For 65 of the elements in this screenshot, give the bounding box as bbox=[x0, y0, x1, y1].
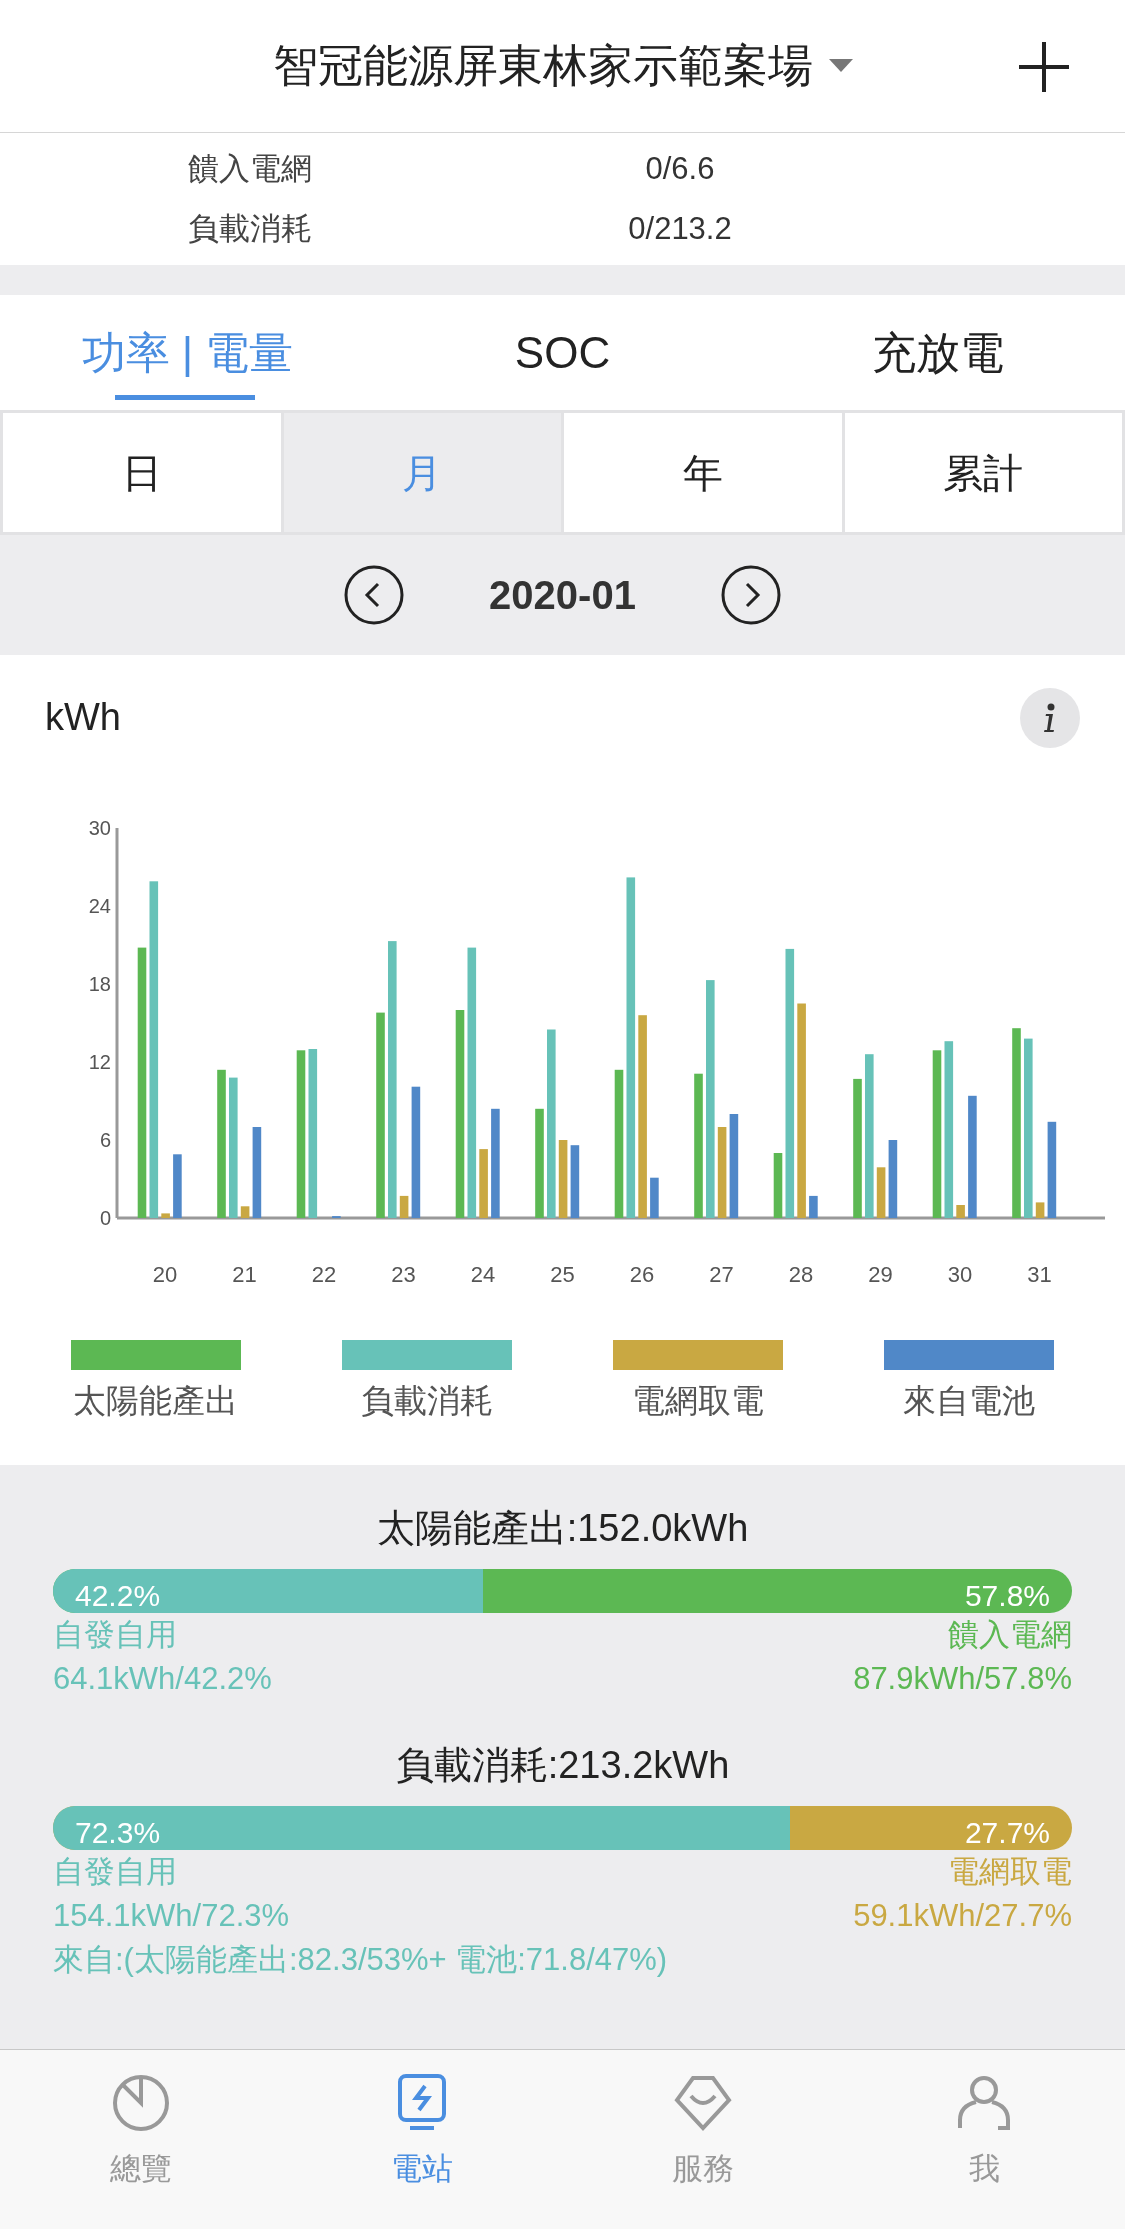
x-tick-label: 22 bbox=[311, 1262, 337, 1287]
tab[interactable]: SOC bbox=[375, 295, 750, 410]
bar bbox=[809, 1195, 818, 1218]
stat-title: 太陽能產出:152.0kWh bbox=[375, 1506, 750, 1551]
bar bbox=[956, 1205, 965, 1218]
source-note: 來自:(太陽能產出:82.3/53%+ 電池:71.8/47%) bbox=[53, 1941, 669, 1979]
y-tick-label: 12 bbox=[88, 1051, 111, 1073]
stat-label: 電網取電 bbox=[948, 1853, 1072, 1891]
period-button[interactable]: 日 bbox=[3, 413, 281, 532]
x-tick-label: 30 bbox=[947, 1262, 973, 1287]
unit-label: kWh bbox=[45, 695, 121, 740]
add-icon[interactable] bbox=[1019, 42, 1069, 92]
bar bbox=[773, 1153, 783, 1218]
legend-label: 來自電池 bbox=[903, 1381, 1036, 1421]
x-tick-label: 20 bbox=[152, 1262, 178, 1287]
stat-label: 自發自用 bbox=[53, 1616, 177, 1654]
x-tick-label: 23 bbox=[391, 1262, 416, 1287]
percent-label: 42.2% bbox=[75, 1578, 161, 1613]
bar bbox=[161, 1213, 170, 1218]
bar bbox=[650, 1177, 659, 1218]
x-tick-label: 29 bbox=[868, 1262, 893, 1287]
period-button[interactable]: 累計 bbox=[844, 413, 1122, 532]
x-tick-label: 31 bbox=[1027, 1262, 1052, 1287]
stat-label: 饋入電網 bbox=[948, 1616, 1072, 1654]
summary-label: 負載消耗 bbox=[187, 209, 313, 248]
percent-label: 72.3% bbox=[75, 1815, 161, 1850]
station-title[interactable]: 智冠能源屏東林家示範案場 bbox=[272, 32, 813, 100]
bar bbox=[1035, 1202, 1045, 1218]
summary-label: 饋入電網 bbox=[187, 149, 313, 188]
stat-value: 87.9kWh/57.8% bbox=[853, 1660, 1072, 1698]
y-tick-label: 0 bbox=[99, 1207, 111, 1229]
y-tick-label: 18 bbox=[88, 973, 111, 995]
x-tick-label: 27 bbox=[709, 1262, 734, 1287]
x-tick-label: 25 bbox=[550, 1262, 575, 1287]
next-icon[interactable] bbox=[720, 565, 781, 625]
stat-label: 自發自用 bbox=[53, 1853, 177, 1891]
legend-label: 負載消耗 bbox=[360, 1381, 493, 1421]
bar bbox=[240, 1206, 250, 1218]
stat-value: 64.1kWh/42.2% bbox=[53, 1660, 272, 1698]
summary-value: 0/213.2 bbox=[627, 209, 733, 248]
stat-title: 負載消耗:213.2kWh bbox=[394, 1743, 731, 1788]
stat-value: 59.1kWh/27.7% bbox=[853, 1897, 1072, 1935]
period-button[interactable]: 年 bbox=[564, 413, 842, 532]
summary-value: 0/6.6 bbox=[644, 149, 716, 188]
bar bbox=[173, 1154, 182, 1218]
dropdown-caret-icon[interactable] bbox=[828, 59, 853, 73]
y-tick-label: 6 bbox=[99, 1129, 111, 1151]
stat-value: 154.1kWh/72.3% bbox=[53, 1897, 290, 1935]
date-label: 2020-01 bbox=[489, 572, 636, 619]
legend-label: 電網取電 bbox=[632, 1381, 765, 1421]
legend-label: 太陽能產出 bbox=[73, 1381, 239, 1421]
percent-label: 27.7% bbox=[964, 1815, 1050, 1850]
gauge-icon bbox=[110, 2072, 171, 2132]
tab[interactable]: 充放電 bbox=[750, 295, 1125, 410]
percent-label: 57.8% bbox=[964, 1578, 1050, 1613]
x-tick-label: 21 bbox=[232, 1262, 257, 1287]
previous-icon[interactable] bbox=[344, 565, 405, 625]
y-tick-label: 30 bbox=[88, 817, 111, 839]
bar bbox=[399, 1195, 409, 1218]
bar bbox=[479, 1149, 488, 1218]
bar bbox=[876, 1167, 886, 1218]
y-tick-label: 24 bbox=[88, 895, 111, 917]
x-tick-label: 28 bbox=[788, 1262, 814, 1287]
x-tick-label: 26 bbox=[629, 1262, 655, 1287]
x-tick-label: 24 bbox=[470, 1262, 496, 1287]
